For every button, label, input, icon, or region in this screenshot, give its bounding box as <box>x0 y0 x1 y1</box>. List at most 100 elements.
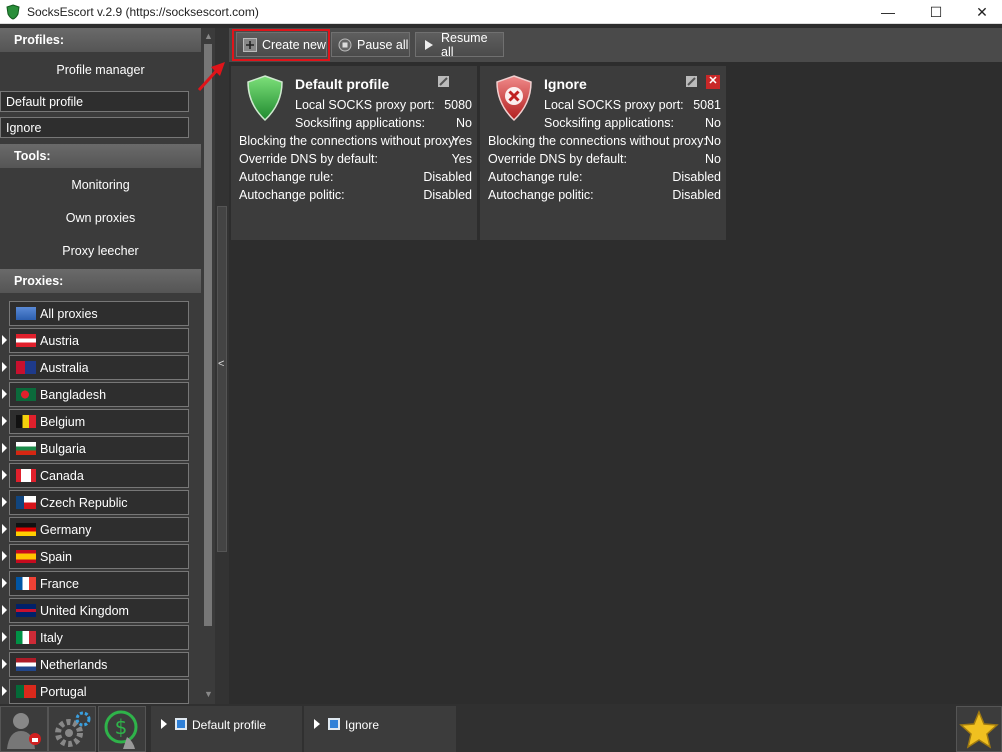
expand-arrow-icon[interactable] <box>2 551 7 561</box>
proxy-country-portugal[interactable]: Portugal <box>0 678 201 704</box>
tool-own-proxies[interactable]: Own proxies <box>0 201 201 234</box>
proxy-label: Czech Republic <box>40 495 128 510</box>
proxy-country-bulgaria[interactable]: Bulgaria <box>0 435 201 462</box>
block-row: Blocking the connections without proxy: Y… <box>239 134 472 152</box>
sidebar-scrollbar[interactable]: ▲ ▼ <box>201 28 215 704</box>
delete-icon[interactable]: ✕ <box>706 75 720 89</box>
proxy-country-czech[interactable]: Czech Republic <box>0 489 201 516</box>
dns-row: Override DNS by default: No <box>488 152 721 170</box>
bottom-profile-ignore[interactable]: Ignore <box>304 706 456 752</box>
proxy-country-netherlands[interactable]: Netherlands <box>0 651 201 678</box>
port-row: Local SOCKS proxy port: 5081 <box>544 98 721 116</box>
gear-icon <box>55 711 91 747</box>
proxy-label: Canada <box>40 468 84 483</box>
politic-value: Disabled <box>672 188 721 202</box>
proxy-country-france[interactable]: France <box>0 570 201 597</box>
proxy-all[interactable]: All proxies <box>0 300 201 327</box>
proxy-country-australia[interactable]: Australia <box>0 354 201 381</box>
expand-arrow-icon[interactable] <box>2 497 7 507</box>
dns-label: Override DNS by default: <box>239 152 378 166</box>
profile-card-default[interactable]: Default profile Local SOCKS proxy port: 5… <box>231 66 477 240</box>
netherlands-flag-icon <box>16 658 36 671</box>
expand-arrow-icon[interactable] <box>2 659 7 669</box>
panel-splitter[interactable]: < <box>215 28 229 704</box>
port-row: Local SOCKS proxy port: 5080 <box>295 98 472 116</box>
toolbar: Create new Pause all Resume all <box>229 28 1002 62</box>
close-button[interactable]: ✕ <box>960 0 1002 24</box>
dns-value: Yes <box>451 152 472 166</box>
tool-proxy-leecher[interactable]: Proxy leecher <box>0 234 201 267</box>
pause-all-button[interactable]: Pause all <box>331 32 410 57</box>
scroll-up-icon[interactable]: ▲ <box>204 32 213 41</box>
green-shield-icon <box>247 75 283 122</box>
expand-arrow-icon[interactable] <box>2 524 7 534</box>
expand-arrow-icon[interactable] <box>2 443 7 453</box>
sidebar-profile-ignore[interactable]: Ignore <box>0 117 189 138</box>
expand-arrow-icon[interactable] <box>2 632 7 642</box>
proxy-label: Italy <box>40 630 63 645</box>
expand-arrow-icon[interactable] <box>2 416 7 426</box>
socks-value: No <box>456 116 472 130</box>
proxy-label: United Kingdom <box>40 603 129 618</box>
scroll-down-icon[interactable]: ▼ <box>204 690 213 699</box>
account-button[interactable] <box>0 706 48 752</box>
bottom-profile-default[interactable]: Default profile <box>151 706 302 752</box>
proxy-label: All proxies <box>40 306 98 321</box>
expand-arrow-icon[interactable] <box>2 335 7 345</box>
favorite-button[interactable] <box>956 706 1002 752</box>
rule-label: Autochange rule: <box>239 170 334 184</box>
proxy-country-uk[interactable]: United Kingdom <box>0 597 201 624</box>
play-icon[interactable] <box>314 719 320 729</box>
expand-arrow-icon[interactable] <box>2 470 7 480</box>
resume-all-label: Resume all <box>441 30 488 59</box>
block-value: No <box>705 134 721 148</box>
tool-monitoring[interactable]: Monitoring <box>0 168 201 201</box>
minimize-button[interactable]: — <box>866 0 910 24</box>
uk-flag-icon <box>16 604 36 617</box>
user-lock-icon <box>7 713 41 749</box>
expand-arrow-icon[interactable] <box>2 578 7 588</box>
rule-value: Disabled <box>423 170 472 184</box>
edit-icon[interactable] <box>685 75 698 88</box>
billing-button[interactable]: $ <box>98 706 146 752</box>
proxy-country-germany[interactable]: Germany <box>0 516 201 543</box>
scroll-thumb[interactable] <box>204 44 212 626</box>
play-icon <box>422 38 436 52</box>
proxy-label: Belgium <box>40 414 86 429</box>
play-icon[interactable] <box>161 719 167 729</box>
expand-arrow-icon[interactable] <box>2 362 7 372</box>
profile-manager-link[interactable]: Profile manager <box>0 52 201 88</box>
proxy-country-canada[interactable]: Canada <box>0 462 201 489</box>
profile-name: Default profile <box>295 76 390 92</box>
sidebar-profile-default[interactable]: Default profile <box>0 91 189 112</box>
resume-all-button[interactable]: Resume all <box>415 30 504 59</box>
profile-status-icon <box>328 718 340 730</box>
profile-card-ignore[interactable]: Ignore ✕ Local SOCKS proxy port: 5081 Soc… <box>480 66 726 240</box>
edit-icon[interactable] <box>437 75 450 88</box>
window-title: SocksEscort v.2.9 (https://socksescort.c… <box>27 4 259 19</box>
settings-button[interactable] <box>48 706 96 752</box>
bottom-profile-label: Ignore <box>345 718 380 732</box>
politic-value: Disabled <box>423 188 472 202</box>
proxy-country-bangladesh[interactable]: Bangladesh <box>0 381 201 408</box>
svg-text:$: $ <box>115 715 128 739</box>
proxy-country-austria[interactable]: Austria <box>0 327 201 354</box>
star-icon <box>959 710 999 749</box>
proxy-country-belgium[interactable]: Belgium <box>0 408 201 435</box>
bottom-bar: $ Default profile Ignore <box>0 704 1002 752</box>
port-value: 5080 <box>444 98 472 112</box>
block-label: Blocking the connections without proxy: <box>239 134 458 148</box>
belgium-flag-icon <box>16 415 36 428</box>
expand-arrow-icon[interactable] <box>2 389 7 399</box>
rule-label: Autochange rule: <box>488 170 583 184</box>
title-bar: SocksEscort v.2.9 (https://socksescort.c… <box>0 0 1002 24</box>
maximize-button[interactable]: ☐ <box>914 0 958 24</box>
expand-arrow-icon[interactable] <box>2 686 7 696</box>
expand-arrow-icon[interactable] <box>2 605 7 615</box>
proxy-country-spain[interactable]: Spain <box>0 543 201 570</box>
tools-header: Tools: <box>0 144 201 168</box>
proxy-country-italy[interactable]: Italy <box>0 624 201 651</box>
bottom-profile-label: Default profile <box>192 718 267 732</box>
splitter-grip[interactable] <box>217 206 227 552</box>
collapse-chevron-icon[interactable]: < <box>218 358 224 370</box>
